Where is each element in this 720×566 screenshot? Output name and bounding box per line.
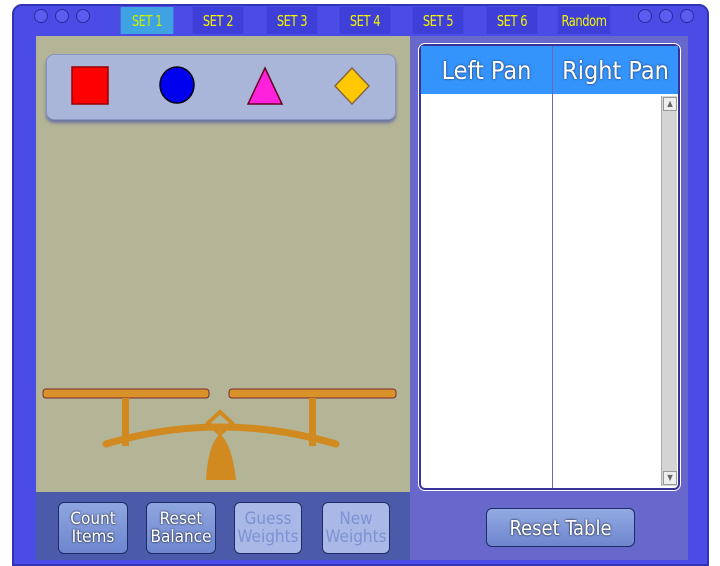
- results-table: Left Pan Right Pan ▲ ▼: [418, 43, 681, 491]
- new-weights-button[interactable]: New Weights: [322, 502, 390, 554]
- column-divider: [552, 46, 553, 488]
- tab-set-2[interactable]: SET 2: [192, 7, 244, 34]
- tab-set-1[interactable]: SET 1: [120, 7, 174, 34]
- tab-set-3[interactable]: SET 3: [266, 7, 318, 34]
- window-dot-icon: [76, 9, 90, 23]
- guess-weights-button[interactable]: Guess Weights: [234, 502, 302, 554]
- red-square-shape[interactable]: [71, 66, 109, 105]
- scroll-up-icon[interactable]: ▲: [663, 97, 677, 111]
- right-pan-header: Right Pan: [553, 46, 678, 94]
- balance-scale: [42, 388, 397, 480]
- tab-set-5[interactable]: SET 5: [412, 7, 464, 34]
- yellow-diamond-shape[interactable]: [333, 66, 371, 106]
- scroll-down-icon[interactable]: ▼: [663, 471, 677, 485]
- shape-palette-shapes: [71, 66, 371, 106]
- tab-set-6[interactable]: SET 6: [486, 7, 538, 34]
- count-items-button[interactable]: Count Items: [58, 502, 128, 554]
- tab-random[interactable]: Random: [557, 7, 611, 34]
- right-pan[interactable]: [228, 388, 397, 399]
- left-pan[interactable]: [42, 388, 210, 399]
- window-dot-icon: [55, 9, 69, 23]
- window-dot-icon: [34, 9, 48, 23]
- table-scrollbar[interactable]: ▲ ▼: [661, 96, 677, 486]
- blue-circle-shape[interactable]: [159, 66, 195, 104]
- reset-balance-button[interactable]: Reset Balance: [146, 502, 216, 554]
- tab-set-4[interactable]: SET 4: [339, 7, 391, 34]
- window-dot-icon: [680, 9, 694, 23]
- reset-table-button[interactable]: Reset Table: [486, 508, 635, 547]
- magenta-triangle-shape[interactable]: [246, 66, 284, 105]
- window-dot-icon: [659, 9, 673, 23]
- window-dot-icon: [638, 9, 652, 23]
- left-pan-header: Left Pan: [421, 46, 552, 94]
